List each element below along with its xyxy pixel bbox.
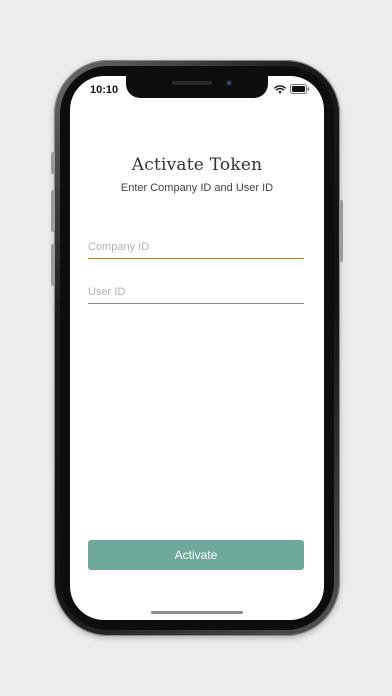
page-title: Activate Token	[131, 155, 263, 175]
phone-action-button	[51, 152, 55, 174]
speaker-grille	[172, 81, 212, 85]
user-id-input[interactable]	[88, 281, 304, 304]
company-id-input[interactable]	[88, 236, 304, 259]
wifi-icon	[274, 84, 286, 94]
home-indicator[interactable]	[151, 611, 243, 614]
phone-volume-up-button	[51, 190, 55, 232]
page-subtitle: Enter Company ID and User ID	[120, 182, 274, 194]
battery-icon	[290, 84, 310, 94]
phone-volume-down-button	[51, 244, 55, 286]
status-bar-time: 10:10	[90, 84, 119, 96]
phone-power-button	[339, 200, 343, 262]
status-bar-icons	[274, 84, 310, 94]
app-screen: 10:10 Activate Token Enter Company ID an…	[70, 76, 324, 620]
activate-button[interactable]: Activate	[88, 540, 304, 570]
front-camera-icon	[226, 80, 232, 86]
notch	[126, 76, 268, 98]
